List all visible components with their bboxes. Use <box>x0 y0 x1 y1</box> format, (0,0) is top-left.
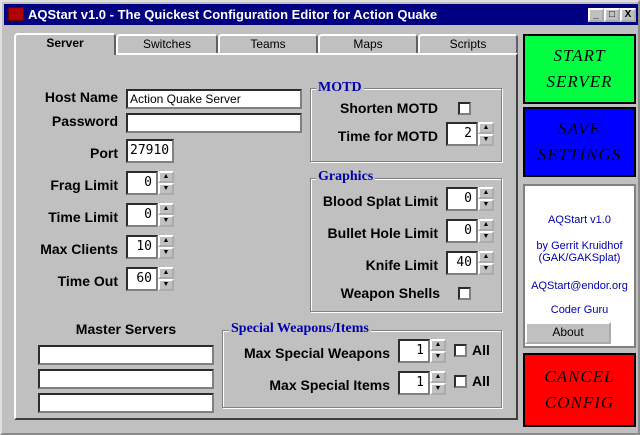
host-name-input[interactable]: Action Quake Server <box>126 89 302 109</box>
app-version-text: AQStart v1.0 <box>548 214 611 226</box>
tab-server[interactable]: Server <box>14 33 116 55</box>
bullet-hole-limit-value[interactable]: 0 <box>446 219 478 243</box>
master-servers-label: Master Servers <box>75 321 177 337</box>
time-for-motd-value[interactable]: 2 <box>446 122 478 146</box>
master-server-input-3[interactable] <box>38 393 214 413</box>
title-bar: AQStart v1.0 - The Quickest Configuratio… <box>4 4 638 25</box>
time-out-up-arrow-icon[interactable]: ▲ <box>158 267 174 279</box>
graphics-group-title: Graphics <box>316 169 376 185</box>
minimize-button[interactable]: _ <box>588 8 604 22</box>
app-icon <box>8 7 24 21</box>
master-server-input-2[interactable] <box>38 369 214 389</box>
cancel-config-button[interactable]: CANCEL CONFIG <box>523 353 636 427</box>
email-text: AQStart@endor.org <box>531 280 628 292</box>
max-clients-up-arrow-icon[interactable]: ▲ <box>158 235 174 247</box>
knife-limit-value[interactable]: 40 <box>446 251 478 275</box>
blood-splat-down-arrow-icon[interactable]: ▼ <box>478 199 494 211</box>
max-special-items-value[interactable]: 1 <box>398 371 430 395</box>
about-button[interactable]: About <box>525 322 611 344</box>
frag-limit-label: Frag Limit <box>50 177 118 193</box>
max-special-items-label: Max Special Items <box>269 377 390 393</box>
time-for-motd-up-arrow-icon[interactable]: ▲ <box>478 122 494 134</box>
port-input[interactable]: 27910 <box>126 139 174 163</box>
knife-limit-up-arrow-icon[interactable]: ▲ <box>478 251 494 263</box>
tab-scripts[interactable]: Scripts <box>418 34 518 54</box>
window-title: AQStart v1.0 - The Quickest Configuratio… <box>28 7 438 22</box>
items-all-checkbox[interactable] <box>454 375 467 388</box>
save-settings-button[interactable]: SAVE SETTINGS <box>523 107 636 177</box>
port-label: Port <box>90 145 118 161</box>
time-limit-down-arrow-icon[interactable]: ▼ <box>158 215 174 227</box>
blood-splat-limit-value[interactable]: 0 <box>446 187 478 211</box>
max-special-items-down-arrow-icon[interactable]: ▼ <box>430 383 446 395</box>
items-all-label: All <box>472 373 490 389</box>
shorten-motd-checkbox[interactable] <box>458 102 471 115</box>
weapon-shells-checkbox[interactable] <box>458 287 471 300</box>
author-text: by Gerrit Kruidhof (GAK/GAKSplat) <box>536 240 623 264</box>
bullet-hole-up-arrow-icon[interactable]: ▲ <box>478 219 494 231</box>
max-special-weapons-up-arrow-icon[interactable]: ▲ <box>430 339 446 351</box>
time-for-motd-down-arrow-icon[interactable]: ▼ <box>478 134 494 146</box>
password-input[interactable] <box>126 113 302 133</box>
max-special-weapons-label: Max Special Weapons <box>243 345 390 361</box>
frag-limit-value[interactable]: 0 <box>126 171 158 195</box>
weapons-all-checkbox[interactable] <box>454 344 467 357</box>
weapons-all-label: All <box>472 342 490 358</box>
special-weapons-group-title: Special Weapons/Items <box>229 321 371 337</box>
frag-limit-down-arrow-icon[interactable]: ▼ <box>158 183 174 195</box>
password-label: Password <box>51 113 118 129</box>
host-name-label: Host Name <box>44 89 118 105</box>
tab-teams[interactable]: Teams <box>218 34 318 54</box>
app-window: AQStart v1.0 - The Quickest Configuratio… <box>0 0 640 435</box>
max-special-weapons-down-arrow-icon[interactable]: ▼ <box>430 351 446 363</box>
close-button[interactable]: X <box>620 8 636 22</box>
max-special-items-up-arrow-icon[interactable]: ▲ <box>430 371 446 383</box>
start-server-button[interactable]: START SERVER <box>523 34 636 104</box>
time-out-label: Time Out <box>57 273 118 289</box>
maximize-button[interactable]: □ <box>604 8 620 22</box>
max-clients-value[interactable]: 10 <box>126 235 158 259</box>
motd-group-title: MOTD <box>316 80 364 96</box>
about-info-panel: AQStart v1.0 by Gerrit Kruidhof (GAK/GAK… <box>523 184 636 348</box>
time-limit-label: Time Limit <box>48 209 118 225</box>
tab-switches[interactable]: Switches <box>116 34 218 54</box>
max-clients-label: Max Clients <box>40 241 118 257</box>
time-out-value[interactable]: 60 <box>126 267 158 291</box>
credit-text: Coder Guru <box>550 304 609 316</box>
weapon-shells-label: Weapon Shells <box>340 285 440 301</box>
bullet-hole-limit-label: Bullet Hole Limit <box>327 225 438 241</box>
time-for-motd-label: Time for MOTD <box>337 128 438 144</box>
shorten-motd-label: Shorten MOTD <box>340 100 438 116</box>
special-weapons-group <box>222 330 502 408</box>
master-server-input-1[interactable] <box>38 345 214 365</box>
time-limit-up-arrow-icon[interactable]: ▲ <box>158 203 174 215</box>
frag-limit-up-arrow-icon[interactable]: ▲ <box>158 171 174 183</box>
blood-splat-up-arrow-icon[interactable]: ▲ <box>478 187 494 199</box>
time-limit-value[interactable]: 0 <box>126 203 158 227</box>
time-out-down-arrow-icon[interactable]: ▼ <box>158 279 174 291</box>
knife-limit-label: Knife Limit <box>365 257 438 273</box>
max-clients-down-arrow-icon[interactable]: ▼ <box>158 247 174 259</box>
blood-splat-limit-label: Blood Splat Limit <box>322 193 438 209</box>
tab-maps[interactable]: Maps <box>318 34 418 54</box>
knife-limit-down-arrow-icon[interactable]: ▼ <box>478 263 494 275</box>
bullet-hole-down-arrow-icon[interactable]: ▼ <box>478 231 494 243</box>
max-special-weapons-value[interactable]: 1 <box>398 339 430 363</box>
